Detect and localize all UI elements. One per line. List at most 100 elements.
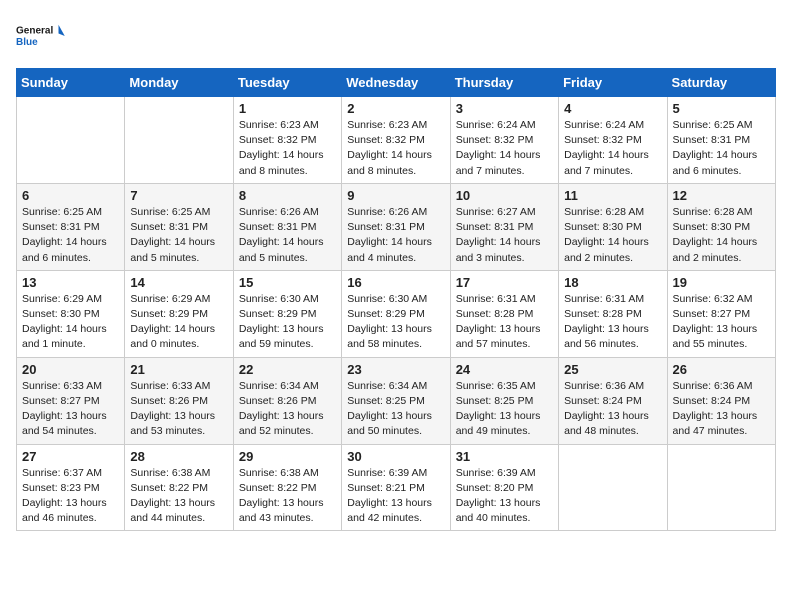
calendar-cell: 31 Sunrise: 6:39 AM Sunset: 8:20 PM Dayli… xyxy=(450,444,558,531)
calendar-cell: 16 Sunrise: 6:30 AM Sunset: 8:29 PM Dayli… xyxy=(342,270,450,357)
day-number: 26 xyxy=(673,362,770,377)
calendar-week-1: 1 Sunrise: 6:23 AM Sunset: 8:32 PM Daylig… xyxy=(17,97,776,184)
calendar-cell: 26 Sunrise: 6:36 AM Sunset: 8:24 PM Dayli… xyxy=(667,357,775,444)
day-info: Sunrise: 6:31 AM Sunset: 8:28 PM Dayligh… xyxy=(564,292,661,353)
day-info: Sunrise: 6:37 AM Sunset: 8:23 PM Dayligh… xyxy=(22,466,119,527)
day-number: 24 xyxy=(456,362,553,377)
calendar-cell: 10Sunrise: 6:27 AM Sunset: 8:31 PM Dayli… xyxy=(450,183,558,270)
day-number: 17 xyxy=(456,275,553,290)
calendar-cell: 9 Sunrise: 6:26 AM Sunset: 8:31 PM Daylig… xyxy=(342,183,450,270)
calendar-cell: 2Sunrise: 6:23 AM Sunset: 8:32 PM Daylig… xyxy=(342,97,450,184)
weekday-header-row: SundayMondayTuesdayWednesdayThursdayFrid… xyxy=(17,69,776,97)
day-number: 13 xyxy=(22,275,119,290)
day-info: Sunrise: 6:36 AM Sunset: 8:24 PM Dayligh… xyxy=(673,379,770,440)
page-header: General Blue xyxy=(16,16,776,56)
calendar-cell: 17 Sunrise: 6:31 AM Sunset: 8:28 PM Dayli… xyxy=(450,270,558,357)
day-number: 22 xyxy=(239,362,336,377)
day-number: 1 xyxy=(239,101,336,116)
calendar-cell: 15 Sunrise: 6:30 AM Sunset: 8:29 PM Dayli… xyxy=(233,270,341,357)
day-number: 30 xyxy=(347,449,444,464)
day-info: Sunrise: 6:38 AM Sunset: 8:22 PM Dayligh… xyxy=(239,466,336,527)
day-info: Sunrise: 6:32 AM Sunset: 8:27 PM Dayligh… xyxy=(673,292,770,353)
weekday-header-friday: Friday xyxy=(559,69,667,97)
calendar-cell: 19 Sunrise: 6:32 AM Sunset: 8:27 PM Dayli… xyxy=(667,270,775,357)
day-info: Sunrise: 6:25 AM Sunset: 8:31 PM Dayligh… xyxy=(130,205,227,266)
calendar-cell: 4 Sunrise: 6:24 AM Sunset: 8:32 PM Daylig… xyxy=(559,97,667,184)
day-info: Sunrise: 6:30 AM Sunset: 8:29 PM Dayligh… xyxy=(239,292,336,353)
day-number: 23 xyxy=(347,362,444,377)
svg-text:Blue: Blue xyxy=(16,37,38,48)
weekday-header-thursday: Thursday xyxy=(450,69,558,97)
day-number: 9 xyxy=(347,188,444,203)
calendar-cell: 23 Sunrise: 6:34 AM Sunset: 8:25 PM Dayli… xyxy=(342,357,450,444)
day-number: 3 xyxy=(456,101,553,116)
day-info: Sunrise: 6:23 AM Sunset: 8:32 PM Dayligh… xyxy=(239,118,336,179)
day-number: 19 xyxy=(673,275,770,290)
calendar-cell: 21Sunrise: 6:33 AM Sunset: 8:26 PM Dayli… xyxy=(125,357,233,444)
day-info: Sunrise: 6:29 AM Sunset: 8:30 PM Dayligh… xyxy=(22,292,119,353)
calendar-cell xyxy=(125,97,233,184)
calendar-cell: 5Sunrise: 6:25 AM Sunset: 8:31 PM Daylig… xyxy=(667,97,775,184)
day-number: 11 xyxy=(564,188,661,203)
day-number: 8 xyxy=(239,188,336,203)
calendar-cell: 18Sunrise: 6:31 AM Sunset: 8:28 PM Dayli… xyxy=(559,270,667,357)
day-number: 21 xyxy=(130,362,227,377)
day-info: Sunrise: 6:34 AM Sunset: 8:25 PM Dayligh… xyxy=(347,379,444,440)
day-number: 27 xyxy=(22,449,119,464)
day-info: Sunrise: 6:26 AM Sunset: 8:31 PM Dayligh… xyxy=(347,205,444,266)
calendar-week-3: 13 Sunrise: 6:29 AM Sunset: 8:30 PM Dayli… xyxy=(17,270,776,357)
day-number: 4 xyxy=(564,101,661,116)
day-number: 5 xyxy=(673,101,770,116)
calendar-cell: 8 Sunrise: 6:26 AM Sunset: 8:31 PM Daylig… xyxy=(233,183,341,270)
day-number: 16 xyxy=(347,275,444,290)
day-number: 28 xyxy=(130,449,227,464)
calendar-week-4: 20Sunrise: 6:33 AM Sunset: 8:27 PM Dayli… xyxy=(17,357,776,444)
day-info: Sunrise: 6:29 AM Sunset: 8:29 PM Dayligh… xyxy=(130,292,227,353)
day-info: Sunrise: 6:30 AM Sunset: 8:29 PM Dayligh… xyxy=(347,292,444,353)
calendar-cell: 29Sunrise: 6:38 AM Sunset: 8:22 PM Dayli… xyxy=(233,444,341,531)
day-info: Sunrise: 6:28 AM Sunset: 8:30 PM Dayligh… xyxy=(564,205,661,266)
day-number: 14 xyxy=(130,275,227,290)
day-info: Sunrise: 6:38 AM Sunset: 8:22 PM Dayligh… xyxy=(130,466,227,527)
logo: General Blue xyxy=(16,16,66,56)
day-number: 2 xyxy=(347,101,444,116)
day-number: 25 xyxy=(564,362,661,377)
calendar-week-2: 6 Sunrise: 6:25 AM Sunset: 8:31 PM Daylig… xyxy=(17,183,776,270)
calendar-cell: 24 Sunrise: 6:35 AM Sunset: 8:25 PM Dayli… xyxy=(450,357,558,444)
calendar-cell: 27 Sunrise: 6:37 AM Sunset: 8:23 PM Dayli… xyxy=(17,444,125,531)
calendar-cell: 13 Sunrise: 6:29 AM Sunset: 8:30 PM Dayli… xyxy=(17,270,125,357)
day-number: 15 xyxy=(239,275,336,290)
day-number: 6 xyxy=(22,188,119,203)
weekday-header-wednesday: Wednesday xyxy=(342,69,450,97)
day-info: Sunrise: 6:34 AM Sunset: 8:26 PM Dayligh… xyxy=(239,379,336,440)
day-info: Sunrise: 6:28 AM Sunset: 8:30 PM Dayligh… xyxy=(673,205,770,266)
day-info: Sunrise: 6:39 AM Sunset: 8:20 PM Dayligh… xyxy=(456,466,553,527)
day-info: Sunrise: 6:35 AM Sunset: 8:25 PM Dayligh… xyxy=(456,379,553,440)
calendar-cell: 14 Sunrise: 6:29 AM Sunset: 8:29 PM Dayli… xyxy=(125,270,233,357)
day-info: Sunrise: 6:27 AM Sunset: 8:31 PM Dayligh… xyxy=(456,205,553,266)
calendar-cell: 22 Sunrise: 6:34 AM Sunset: 8:26 PM Dayli… xyxy=(233,357,341,444)
day-number: 7 xyxy=(130,188,227,203)
weekday-header-saturday: Saturday xyxy=(667,69,775,97)
day-info: Sunrise: 6:33 AM Sunset: 8:27 PM Dayligh… xyxy=(22,379,119,440)
weekday-header-monday: Monday xyxy=(125,69,233,97)
calendar-cell: 25Sunrise: 6:36 AM Sunset: 8:24 PM Dayli… xyxy=(559,357,667,444)
day-number: 31 xyxy=(456,449,553,464)
calendar-cell: 30Sunrise: 6:39 AM Sunset: 8:21 PM Dayli… xyxy=(342,444,450,531)
day-info: Sunrise: 6:31 AM Sunset: 8:28 PM Dayligh… xyxy=(456,292,553,353)
day-info: Sunrise: 6:25 AM Sunset: 8:31 PM Dayligh… xyxy=(22,205,119,266)
calendar-cell: 6 Sunrise: 6:25 AM Sunset: 8:31 PM Daylig… xyxy=(17,183,125,270)
day-info: Sunrise: 6:24 AM Sunset: 8:32 PM Dayligh… xyxy=(564,118,661,179)
day-info: Sunrise: 6:26 AM Sunset: 8:31 PM Dayligh… xyxy=(239,205,336,266)
calendar-cell: 12 Sunrise: 6:28 AM Sunset: 8:30 PM Dayli… xyxy=(667,183,775,270)
calendar-cell: 28 Sunrise: 6:38 AM Sunset: 8:22 PM Dayli… xyxy=(125,444,233,531)
day-number: 12 xyxy=(673,188,770,203)
calendar-cell xyxy=(667,444,775,531)
calendar-cell xyxy=(17,97,125,184)
weekday-header-sunday: Sunday xyxy=(17,69,125,97)
calendar-cell: 11 Sunrise: 6:28 AM Sunset: 8:30 PM Dayli… xyxy=(559,183,667,270)
day-info: Sunrise: 6:24 AM Sunset: 8:32 PM Dayligh… xyxy=(456,118,553,179)
calendar: SundayMondayTuesdayWednesdayThursdayFrid… xyxy=(16,68,776,531)
svg-text:General: General xyxy=(16,26,53,37)
calendar-week-5: 27 Sunrise: 6:37 AM Sunset: 8:23 PM Dayli… xyxy=(17,444,776,531)
